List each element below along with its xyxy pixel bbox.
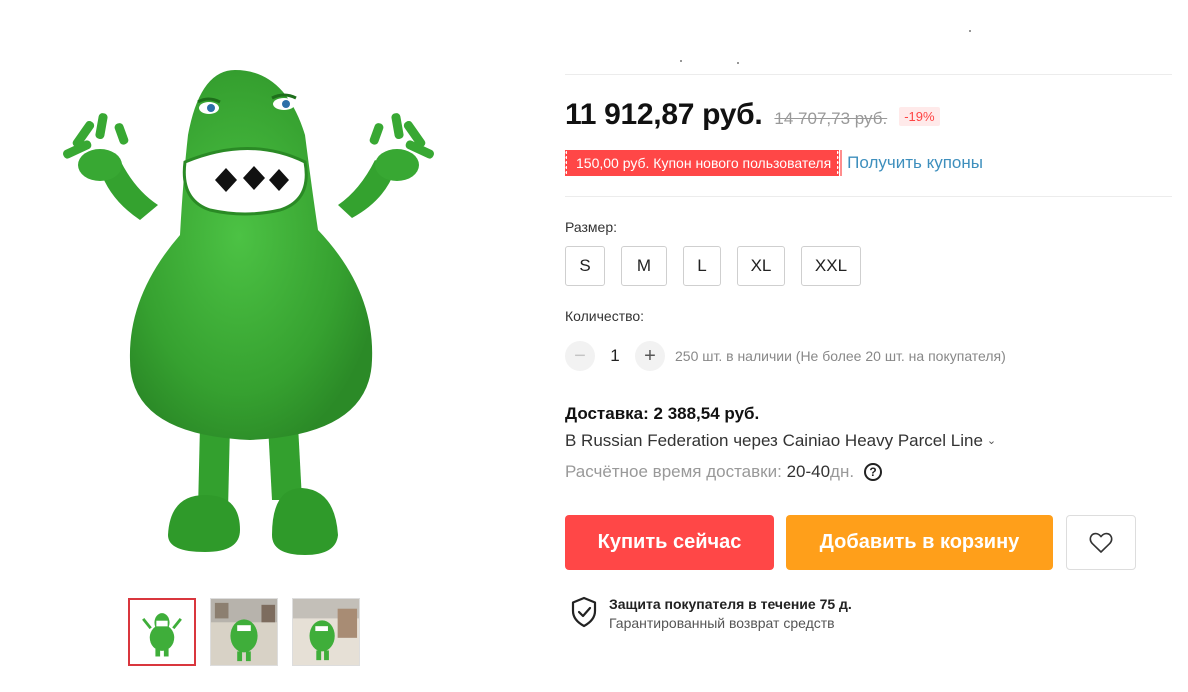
delivery-estimate: Расчётное время доставки: 20-40 дн. ?	[565, 462, 883, 482]
size-option-m[interactable]: M	[621, 246, 667, 286]
quantity-decrease-button[interactable]: −	[565, 341, 595, 371]
delivery-estimate-label: Расчётное время доставки:	[565, 462, 782, 481]
stock-note: 250 шт. в наличии (Не более 20 шт. на по…	[675, 348, 1006, 364]
quantity-stepper: − 1 + 250 шт. в наличии (Не более 20 шт.…	[565, 341, 1006, 371]
delivery-days: 20-40	[786, 462, 831, 481]
shipping-cost: Доставка: 2 388,54 руб.	[565, 404, 760, 423]
new-user-coupon-tag: 150,00 руб. Купон нового пользователя	[562, 150, 842, 176]
shipping-method-selector[interactable]: В Russian Federation через Cainiao Heavy…	[565, 431, 996, 451]
buyer-protection-subtitle: Гарантированный возврат средств	[609, 615, 835, 631]
add-to-cart-button[interactable]: Добавить в корзину	[786, 515, 1053, 570]
thumbnail-2[interactable]	[210, 598, 278, 666]
get-coupons-link[interactable]: Получить купоны	[847, 153, 983, 173]
shipping-method-text: В Russian Federation через Cainiao Heavy…	[565, 431, 983, 450]
size-option-xxl[interactable]: XXL	[801, 246, 861, 286]
delivery-days-unit: дн.	[830, 462, 855, 481]
quantity-value[interactable]: 1	[595, 346, 635, 366]
divider	[565, 74, 1172, 75]
shield-check-icon	[571, 596, 597, 628]
thumbnail-3[interactable]	[292, 598, 360, 666]
chevron-down-icon: ⌄	[986, 435, 997, 447]
coupon-row: 150,00 руб. Купон нового пользователя По…	[562, 150, 983, 176]
size-selector: S M L XL XXL	[565, 246, 861, 286]
heart-icon	[1089, 532, 1113, 553]
size-option-s[interactable]: S	[565, 246, 605, 286]
price-row: 11 912,87 руб. 14 707,73 руб. -19%	[565, 98, 940, 132]
size-option-l[interactable]: L	[683, 246, 721, 286]
wishlist-button[interactable]	[1066, 515, 1136, 570]
help-icon[interactable]: ?	[864, 463, 883, 481]
divider	[565, 196, 1172, 197]
quantity-label: Количество:	[565, 308, 645, 324]
size-label: Размер:	[565, 219, 618, 235]
header-fragment	[680, 30, 980, 70]
buy-now-button[interactable]: Купить сейчас	[565, 515, 774, 570]
buyer-protection-text: Защита покупателя в течение 75 д. Гарант…	[609, 596, 852, 631]
buyer-protection-title: Защита покупателя в течение 75 д.	[609, 596, 852, 612]
thumbnail-strip	[128, 598, 360, 666]
quantity-increase-button[interactable]: +	[635, 341, 665, 371]
buyer-protection: Защита покупателя в течение 75 д. Гарант…	[570, 596, 852, 631]
thumbnail-1[interactable]	[128, 598, 196, 666]
size-option-xl[interactable]: XL	[737, 246, 785, 286]
discount-badge: -19%	[899, 107, 940, 126]
product-main-image[interactable]	[40, 40, 460, 570]
original-price: 14 707,73 руб.	[774, 109, 888, 128]
current-price: 11 912,87 руб.	[565, 98, 763, 131]
